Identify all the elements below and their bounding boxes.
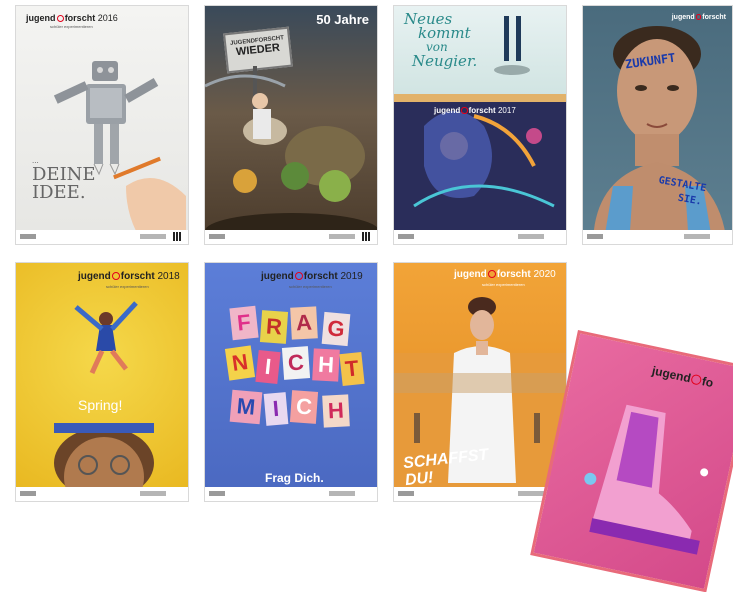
poster-2017[interactable]: Neues kommt von Neugier. jugend forscht 2…: [393, 5, 567, 245]
poster-50-jahre[interactable]: 50 Jahre JUGENDFORSCHT WIEDER: [204, 5, 378, 245]
brand-logo: jugend forscht 2017: [434, 106, 516, 115]
legs-illustration: [394, 16, 566, 208]
poster-footer: [394, 487, 566, 501]
headline: Frag Dich.: [265, 471, 324, 485]
letter-tile: A: [290, 306, 318, 340]
letter-tile: R: [259, 310, 289, 344]
poster-footer: [583, 230, 732, 244]
poster-2020[interactable]: jugend forscht 2020 schüler experimentier…: [393, 262, 567, 502]
poster-footer: [205, 487, 377, 501]
poster-2019[interactable]: jugend forscht 2019 schüler experimentier…: [204, 262, 378, 502]
robot-illustration: [53, 61, 186, 231]
letter-tile: T: [339, 351, 365, 387]
letter-tile: M: [229, 389, 263, 425]
poster-footer: [394, 230, 566, 244]
poster-2018[interactable]: jugend forscht 2018 schüler experimentier…: [15, 262, 189, 502]
brand-subline: schüler experimentieren: [289, 284, 332, 289]
poster-zukunft[interactable]: jugend forscht ZUKUNFT GESTALTE SIE.: [582, 5, 733, 245]
letter-tile: I: [255, 349, 281, 385]
portrait-illustration: [593, 26, 727, 244]
poster-footer: [16, 487, 188, 501]
letter-tile: I: [263, 392, 289, 426]
jumping-figure: [54, 301, 154, 501]
brand-logo: jugend forscht 2019: [261, 271, 363, 282]
letter-tiles: F R A G N I C H T M I C H: [224, 305, 365, 457]
letter-tile: C: [289, 390, 319, 424]
letter-tile: F: [229, 305, 259, 341]
poster-footer: [16, 230, 188, 244]
letter-tile: H: [322, 394, 350, 428]
poster-2016[interactable]: jugend forscht 2016 schüler experimentier…: [15, 5, 189, 245]
letter-tile: H: [312, 348, 340, 382]
letter-tile: N: [224, 345, 256, 381]
fantasy-scene: [205, 66, 377, 244]
letter-tile: G: [321, 311, 351, 347]
headline: Spring!: [78, 397, 123, 413]
poster-footer: [205, 230, 377, 244]
headline: ... DEINE IDEE.: [32, 157, 96, 203]
letter-tile: C: [281, 346, 311, 380]
